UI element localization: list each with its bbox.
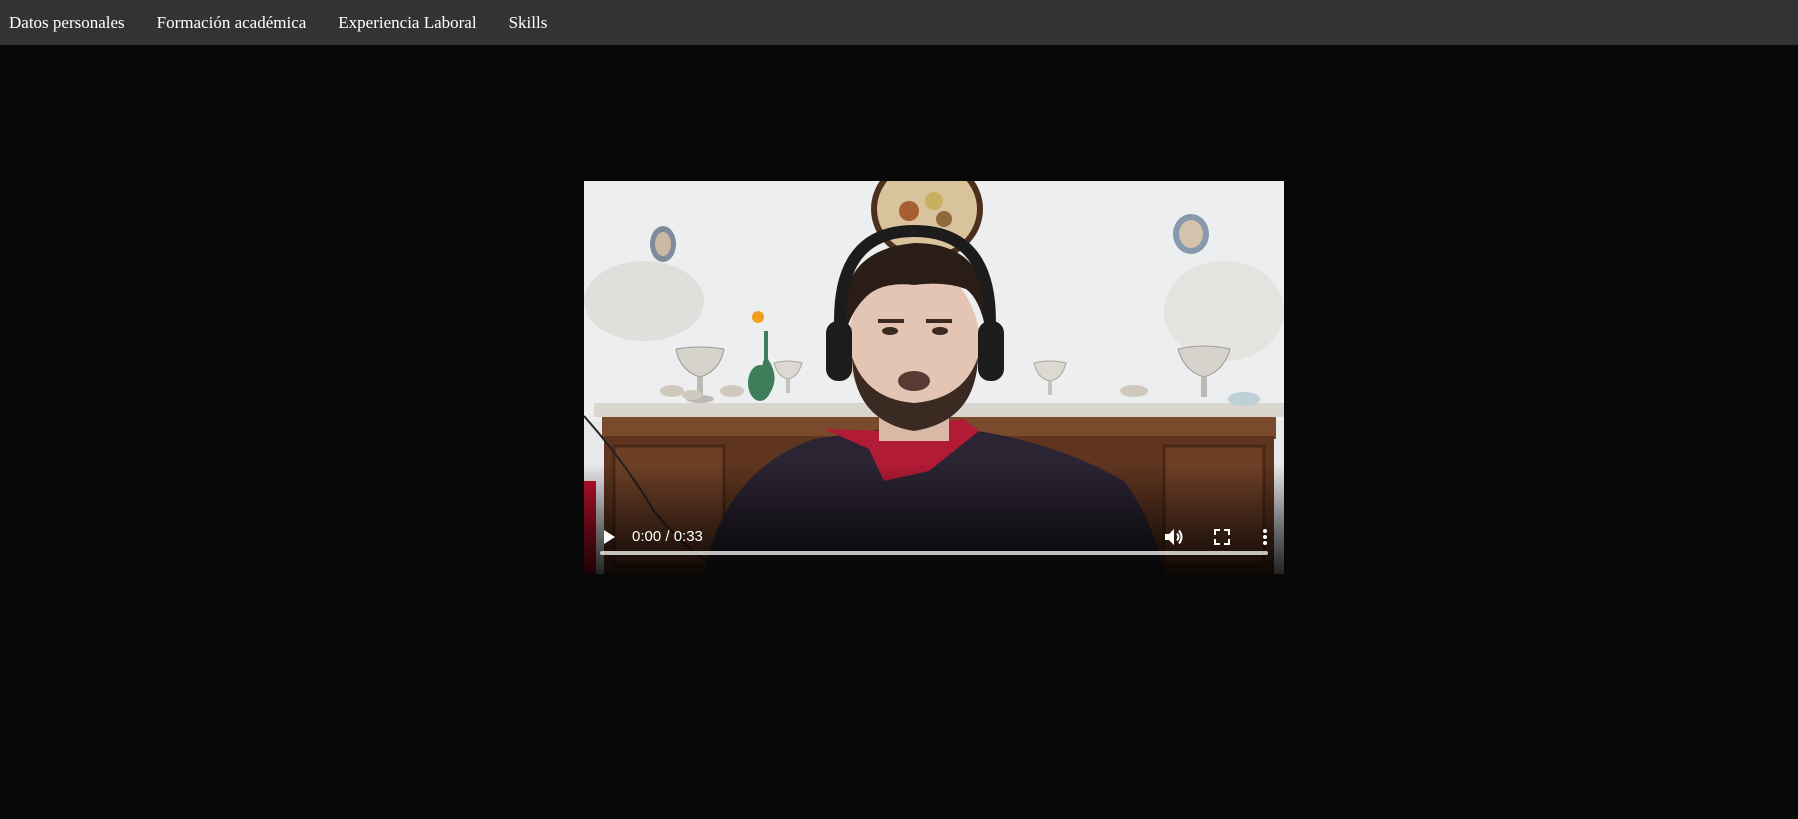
volume-icon	[1165, 529, 1183, 545]
nav-item-skills[interactable]: Skills	[493, 0, 564, 45]
more-vertical-icon	[1263, 529, 1267, 545]
time-display: 0:00 / 0:33	[632, 528, 703, 545]
fullscreen-button[interactable]	[1210, 525, 1234, 549]
more-options-button[interactable]	[1257, 525, 1273, 549]
nav-item-datos-personales[interactable]: Datos personales	[0, 0, 141, 45]
play-button[interactable]	[596, 525, 620, 549]
controls-overlay	[584, 464, 1284, 574]
nav-item-experiencia-laboral[interactable]: Experiencia Laboral	[322, 0, 492, 45]
play-icon	[604, 530, 615, 544]
progress-buffer	[600, 551, 1268, 555]
video-player[interactable]: 0:00 / 0:33	[584, 181, 1284, 574]
fullscreen-icon	[1214, 529, 1230, 545]
progress-bar[interactable]	[600, 551, 1268, 555]
top-navigation-bar: Datos personales Formación académica Exp…	[0, 0, 1798, 45]
nav-item-formacion-academica[interactable]: Formación académica	[141, 0, 323, 45]
mute-button[interactable]	[1162, 525, 1186, 549]
